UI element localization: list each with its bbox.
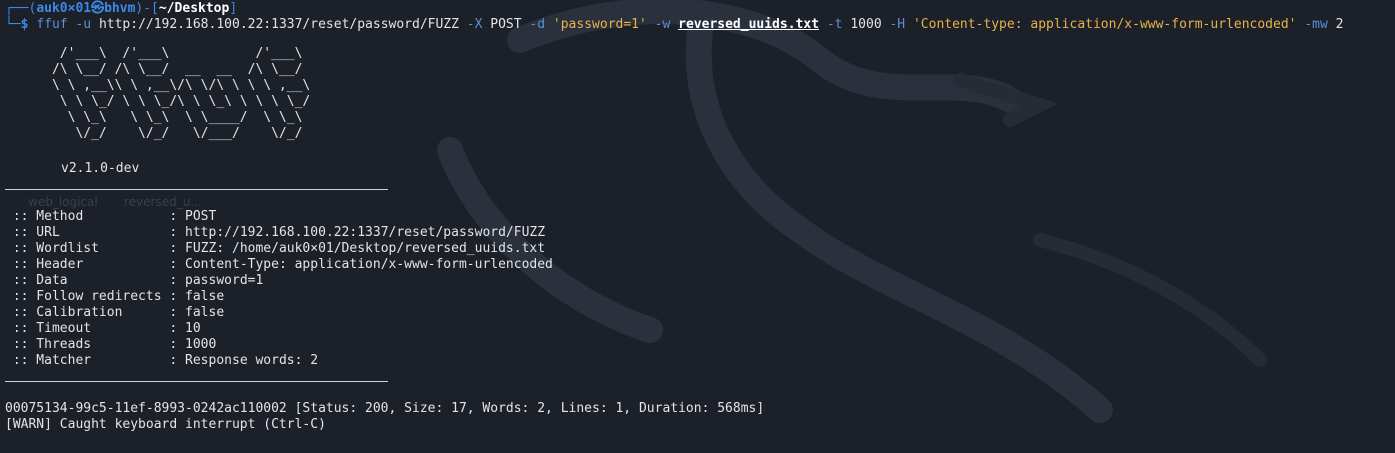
config-row-timeout: :: Timeout : 10 <box>5 321 201 336</box>
flag-d: -d <box>529 17 546 32</box>
command-threads: 1000 <box>850 17 882 32</box>
config-row-matcher: :: Matcher : Response words: 2 <box>5 353 319 368</box>
flag-x: -X <box>466 17 483 32</box>
prompt-open: ┌──( <box>5 1 37 16</box>
prompt-corner: └─ <box>5 17 21 32</box>
prompt-symbol: $ <box>20 17 29 32</box>
command-data: 'password=1' <box>552 17 647 32</box>
config-row-wordlist: :: Wordlist : FUZZ: /home/auk0×01/Deskto… <box>5 241 546 256</box>
result-hit-line[interactable]: 00075134-99c5-11ef-8993-0242ac110002 [St… <box>5 401 764 417</box>
command-tool: ffuf <box>36 17 68 32</box>
divider-top <box>5 189 388 190</box>
ffuf-version: v2.1.0-dev <box>61 161 140 176</box>
terminal-window[interactable]: web_logical reversed_u... ┌──(auk0×01㉿bh… <box>0 0 1395 453</box>
prompt-user-host: auk0×01㉿bhvm <box>36 1 136 16</box>
command-wordlist: reversed_uuids.txt <box>678 17 820 32</box>
prompt-mid: )-[ <box>135 1 159 16</box>
desktop-icon-label-reversed-uuids: reversed_u... <box>124 195 202 209</box>
config-row-threads: :: Threads : 1000 <box>5 337 217 352</box>
divider-bottom <box>5 381 388 382</box>
prompt-path: ~/Desktop <box>158 1 230 16</box>
command-mw: 2 <box>1335 17 1344 32</box>
config-row-follow-redirects: :: Follow redirects : false <box>5 289 225 304</box>
config-row-header: :: Header : Content-Type: application/x-… <box>5 257 553 272</box>
flag-w: -w <box>654 17 671 32</box>
warn-line: [WARN] Caught keyboard interrupt (Ctrl-C… <box>5 417 326 432</box>
command-url: http://192.168.100.22:1337/reset/passwor… <box>98 17 459 32</box>
desktop-icon-label-web-logical: web_logical <box>28 195 98 209</box>
flag-u: -u <box>75 17 92 32</box>
command-line[interactable]: └─$ ffuf -u http://192.168.100.22:1337/r… <box>5 17 1343 33</box>
command-header: 'Content-type: application/x-www-form-ur… <box>912 17 1297 32</box>
flag-h: -H <box>889 17 906 32</box>
config-row-url: :: URL : http://192.168.100.22:1337/rese… <box>5 225 546 240</box>
flag-t: -t <box>826 17 843 32</box>
config-row-data: :: Data : password=1 <box>5 273 264 288</box>
config-row-method: :: Method : POST <box>5 209 217 224</box>
prompt-line: ┌──(auk0×01㉿bhvm)-[~/Desktop] <box>5 1 237 17</box>
prompt-close: ] <box>229 1 238 16</box>
command-method: POST <box>490 17 522 32</box>
config-row-calibration: :: Calibration : false <box>5 305 225 320</box>
ffuf-ascii-banner: /'___\ /'___\ /'___\ /\ \__/ /\ \__/ __ … <box>51 46 311 141</box>
flag-mw: -mw <box>1304 17 1328 32</box>
